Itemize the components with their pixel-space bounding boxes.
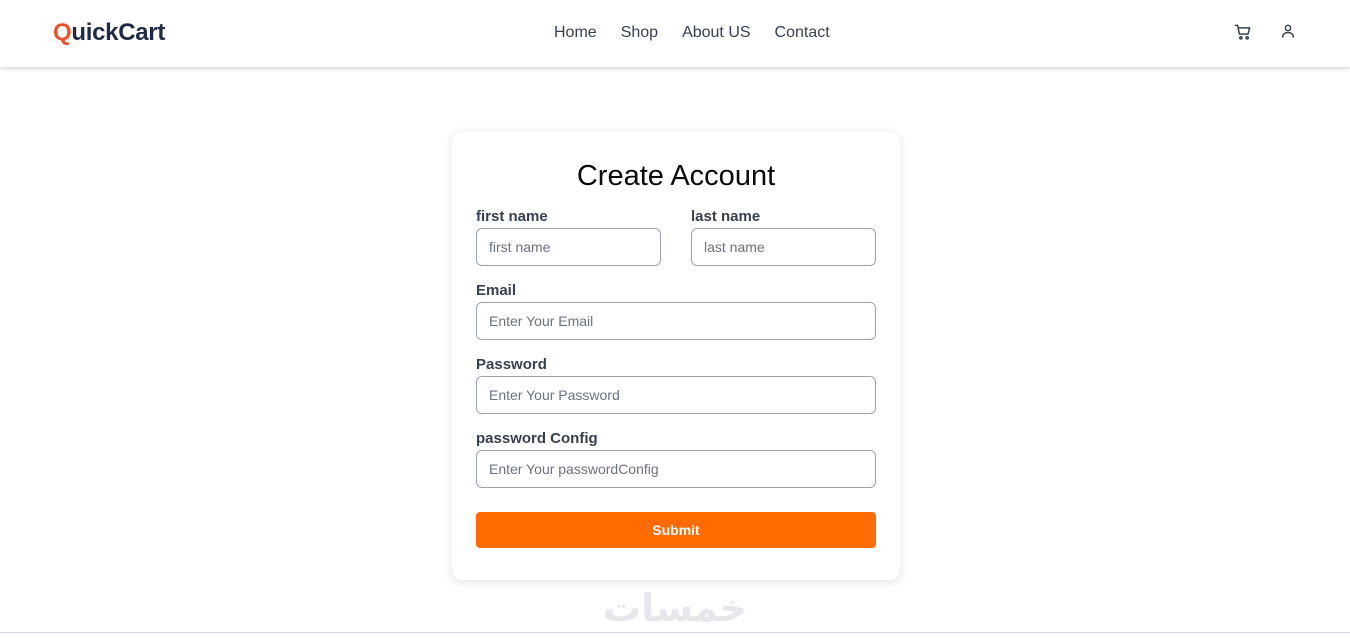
logo-accent-letter: Q	[53, 19, 72, 46]
submit-button[interactable]: Submit	[476, 512, 876, 548]
footer-divider	[0, 632, 1350, 633]
user-icon[interactable]	[1279, 22, 1299, 42]
nav-link-shop[interactable]: Shop	[621, 23, 658, 43]
nav-links: Home Shop About US Contact	[554, 23, 830, 43]
navbar: QuickCart Home Shop About US Contact	[0, 0, 1350, 67]
logo[interactable]: QuickCart	[53, 18, 165, 48]
last-name-input[interactable]	[691, 228, 876, 266]
password-config-input[interactable]	[476, 450, 876, 488]
first-name-label: first name	[476, 208, 548, 225]
email-label: Email	[476, 282, 517, 299]
nav-link-about[interactable]: About US	[682, 23, 750, 43]
password-config-label: password Config	[476, 430, 598, 447]
nav-link-home[interactable]: Home	[554, 23, 597, 43]
first-name-input[interactable]	[476, 228, 661, 266]
password-label: Password	[476, 356, 547, 373]
nav-link-contact[interactable]: Contact	[775, 23, 830, 43]
nav-icons	[1233, 22, 1299, 42]
create-account-card: Create Account first name last name Emai…	[452, 132, 900, 580]
cart-icon[interactable]	[1233, 22, 1253, 42]
last-name-label: last name	[691, 208, 761, 225]
password-input[interactable]	[476, 376, 876, 414]
email-input[interactable]	[476, 302, 876, 340]
logo-text: uickCart	[71, 19, 166, 46]
watermark-logo: خمسات	[603, 586, 747, 630]
form-title: Create Account	[576, 160, 776, 192]
